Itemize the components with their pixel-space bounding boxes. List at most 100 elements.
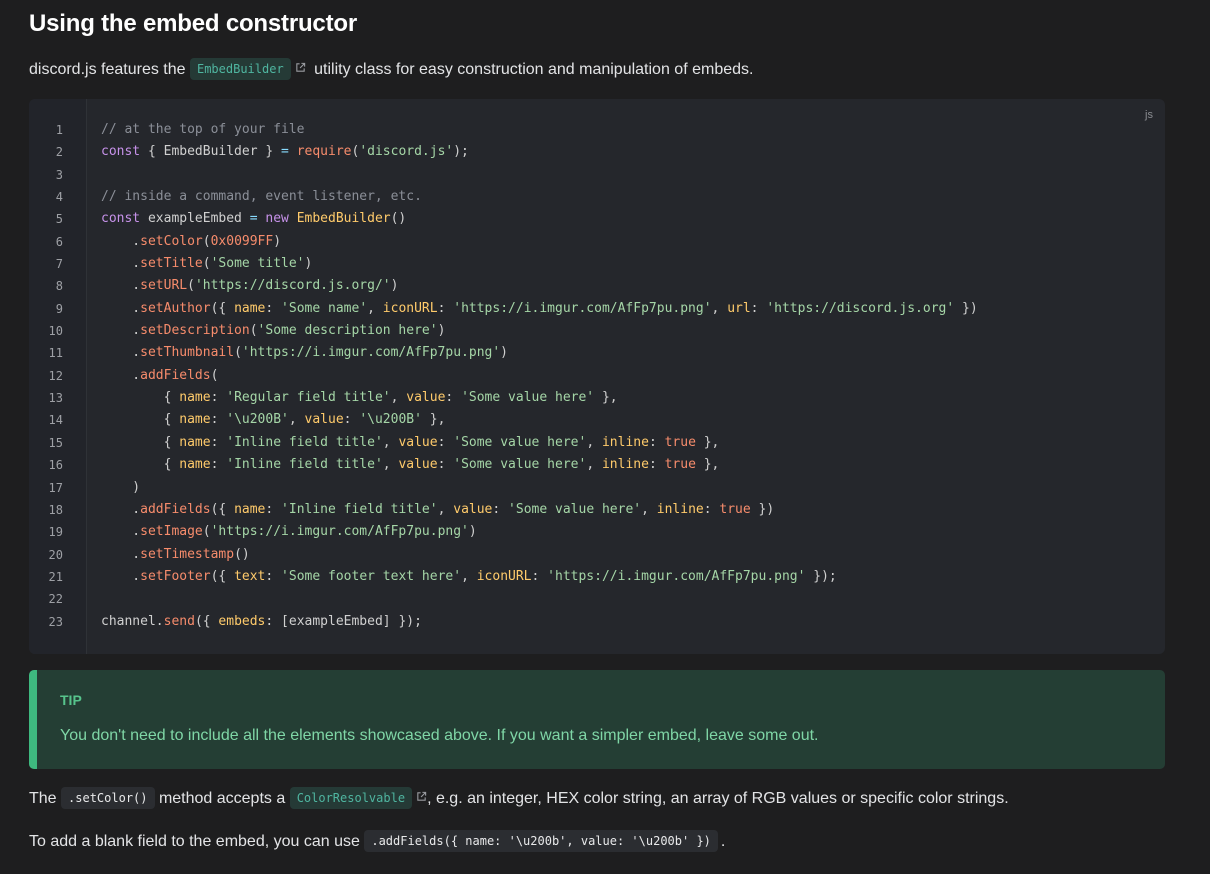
code-token: 'https://i.imgur.com/AfFp7pu.png' [547,568,806,584]
code-token: , [367,300,383,316]
line-content: channel.send({ embeds: [exampleEmbed] })… [101,611,422,633]
code-token: ) [437,323,446,339]
blank-field-text-before: To add a blank field to the embed, you c… [29,833,365,850]
code-token: setTimestamp [140,546,235,562]
code-token: ) [500,345,508,361]
code-token: embeds [218,613,266,629]
code-token: value [398,457,438,473]
doc-page: Using the embed constructor discord.js f… [0,0,1210,874]
code-token: , [382,434,399,450]
code-token: 'Some value here' [453,434,587,450]
code-token: : [750,300,767,316]
code-line: 4 // inside a command, event listener, et… [29,186,1165,208]
line-number: 6 [55,234,63,249]
code-token: , [586,434,602,450]
code-token: setColor [140,233,203,249]
tip-title: TIP [60,692,82,708]
line-number: 21 [48,569,63,584]
code-token: name [234,300,266,316]
code-token: }, [695,457,720,473]
code-line: 16 { name: 'Inline field title', value: … [29,454,1165,476]
code-line: 6 .setColor(0x0099FF) [29,231,1165,253]
line-number: 10 [48,324,63,339]
code-token: . [101,256,141,272]
code-token: . [101,367,141,383]
line-content: ) [101,477,140,499]
code-token: , [390,390,407,406]
code-token: const [101,211,141,227]
line-content: // inside a command, event listener, etc… [101,186,422,208]
code-token: addFields [140,367,211,383]
line-content: .addFields( [101,365,218,387]
code-token: iconURL [476,568,532,584]
code-token: () [234,546,250,562]
code-token: value [398,434,438,450]
code-token: ) [101,479,141,495]
code-token: 'discord.js' [359,144,454,160]
line-number: 16 [48,458,63,473]
code-token: // at the top of your file [101,122,305,137]
code-token: ( [202,233,211,249]
code-token: . [101,524,141,540]
line-number: 1 [55,123,63,137]
code-token: 'Inline field title' [226,434,383,450]
code-token: 'Inline field title' [281,501,438,517]
code-token: text [234,568,266,584]
code-token: . [101,345,141,361]
code-token: = [249,211,258,227]
line-number: 5 [55,212,63,227]
colorresolvable-link[interactable]: ColorResolvable [289,787,413,809]
code-token: : [210,457,227,473]
code-token: ( [187,278,195,294]
code-token: : [437,300,454,316]
code-token: 'https://i.imgur.com/AfFp7pu.png' [241,345,501,361]
line-content: .setThumbnail('https://i.imgur.com/AfFp7… [101,342,508,364]
code-line: 10 .setDescription('Some description her… [29,320,1165,342]
code-token: value [406,390,446,406]
code-token: { [101,412,180,428]
code-token: ( [234,345,242,361]
code-token: { [101,434,180,450]
section-heading: Using the embed constructor [29,10,357,37]
code-token: : [437,457,454,473]
code-token: name [179,412,211,428]
code-token: . [101,300,141,316]
code-token: : [210,434,227,450]
code-token: ({ [210,568,235,584]
tip-callout: TIP You don't need to include all the el… [29,670,1165,769]
code-token: ( [202,524,211,540]
tip-accent-bar [29,670,37,769]
code-token: ({ [210,300,235,316]
line-number: 22 [48,592,63,607]
code-line: 15 { name: 'Inline field title', value: … [29,432,1165,454]
code-line: 5 const exampleEmbed = new EmbedBuilder() [29,208,1165,230]
code-line: 23 channel.send({ embeds: [exampleEmbed] … [29,611,1165,633]
code-token: . [101,233,141,249]
code-token: setTitle [140,256,203,272]
code-token: 'Some description here' [257,323,438,339]
code-line: 1 // at the top of your file [29,119,1165,141]
intro-paragraph: discord.js features the EmbedBuilder uti… [29,58,753,82]
embedbuilder-link[interactable]: EmbedBuilder [189,58,291,80]
code-token: : [343,412,360,428]
code-line: 3 [29,164,1165,186]
code-line: 12 .addFields( [29,365,1165,387]
code-token: new [265,211,289,227]
line-content: .setColor(0x0099FF) [101,231,281,253]
code-token: 'https://i.imgur.com/AfFp7pu.png' [210,524,469,540]
code-token: value [304,412,344,428]
line-content: { name: 'Regular field title', value: 'S… [101,387,618,409]
code-line: 7 .setTitle('Some title') [29,253,1165,275]
code-token: 0x0099FF [210,233,274,249]
code-token: 'https://discord.js.org' [766,300,955,316]
line-content: const exampleEmbed = new EmbedBuilder() [101,208,406,230]
code-line: 21 .setFooter({ text: 'Some footer text … [29,566,1165,588]
external-link-icon [295,62,305,72]
line-number: 11 [48,346,63,361]
external-link-icon [417,791,427,801]
line-content: .setImage('https://i.imgur.com/AfFp7pu.p… [101,521,476,543]
line-number: 23 [48,614,63,629]
code-token: exampleEmbed [140,211,250,227]
line-content: .addFields({ name: 'Inline field title',… [101,499,774,521]
line-content: // at the top of your file [101,119,305,141]
